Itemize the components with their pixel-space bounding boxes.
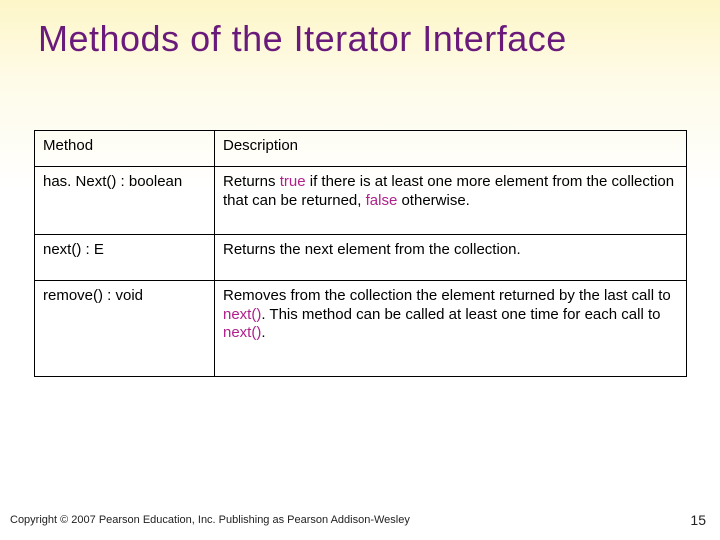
iterator-methods-table: Method Description has. Next() : boolean… xyxy=(34,130,687,377)
page-title: Methods of the Iterator Interface xyxy=(0,0,720,60)
cell-desc-hasnext: Returns true if there is at least one mo… xyxy=(215,166,687,234)
page-number: 15 xyxy=(690,512,706,528)
cell-method-remove: remove() : void xyxy=(35,280,215,376)
text-fragment: otherwise. xyxy=(397,192,470,209)
text-fragment: . xyxy=(261,324,265,341)
cell-desc-remove: Removes from the collection the element … xyxy=(215,280,687,376)
table-row: has. Next() : boolean Returns true if th… xyxy=(35,166,687,234)
text-fragment: . This method can be called at least one… xyxy=(261,306,660,323)
table-row: next() : E Returns the next element from… xyxy=(35,234,687,280)
text-fragment: Removes from the collection the element … xyxy=(223,287,671,304)
cell-method-hasnext: has. Next() : boolean xyxy=(35,166,215,234)
table-header-row: Method Description xyxy=(35,131,687,167)
table-row: remove() : void Removes from the collect… xyxy=(35,280,687,376)
header-method: Method xyxy=(35,131,215,167)
header-description: Description xyxy=(215,131,687,167)
keyword-next-call-1: next() xyxy=(223,306,261,323)
keyword-next-call-2: next() xyxy=(223,324,261,341)
text-fragment: Returns xyxy=(223,173,280,190)
keyword-false: false xyxy=(366,192,398,209)
cell-method-next: next() : E xyxy=(35,234,215,280)
cell-desc-next: Returns the next element from the collec… xyxy=(215,234,687,280)
copyright-footer: Copyright © 2007 Pearson Education, Inc.… xyxy=(10,514,410,526)
keyword-true: true xyxy=(280,173,306,190)
